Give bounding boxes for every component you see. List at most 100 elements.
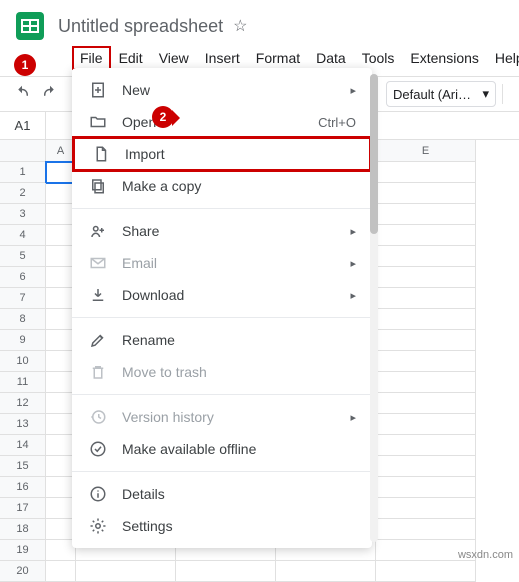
- cell[interactable]: [76, 561, 176, 582]
- menu-item-label: Rename: [122, 332, 175, 348]
- scrollbar-thumb[interactable]: [370, 74, 378, 234]
- menu-item-label: Make available offline: [122, 441, 256, 457]
- history-icon: [88, 407, 108, 427]
- menu-item-label: Email: [122, 255, 157, 271]
- row-header[interactable]: 14: [0, 435, 46, 456]
- chevron-down-icon: ▾: [482, 86, 489, 102]
- row-header[interactable]: 15: [0, 456, 46, 477]
- cell[interactable]: [376, 225, 476, 246]
- menu-item-label: Download: [122, 287, 184, 303]
- row-header[interactable]: 9: [0, 330, 46, 351]
- menu-view[interactable]: View: [151, 46, 197, 70]
- trash-icon: [88, 362, 108, 382]
- cell[interactable]: [376, 330, 476, 351]
- file-menu-dropdown: New ▸ Open Ctrl+O Import Make a copy Sha…: [72, 68, 372, 548]
- star-icon[interactable]: ☆: [233, 16, 247, 36]
- menu-item-label: Share: [122, 223, 159, 239]
- menu-item-settings[interactable]: Settings: [72, 510, 372, 542]
- row-header[interactable]: 16: [0, 477, 46, 498]
- cell[interactable]: [46, 561, 76, 582]
- cell[interactable]: [376, 519, 476, 540]
- shortcut-text: Ctrl+O: [318, 115, 356, 130]
- row-header[interactable]: 10: [0, 351, 46, 372]
- share-icon: [88, 221, 108, 241]
- submenu-arrow-icon: ▸: [350, 411, 356, 424]
- menu-file[interactable]: File: [72, 46, 111, 70]
- row-header[interactable]: 8: [0, 309, 46, 330]
- row-header[interactable]: 7: [0, 288, 46, 309]
- import-icon: [91, 144, 111, 164]
- row-header[interactable]: 11: [0, 372, 46, 393]
- submenu-arrow-icon: ▸: [350, 289, 356, 302]
- menu-insert[interactable]: Insert: [197, 46, 248, 70]
- row-header[interactable]: 19: [0, 540, 46, 561]
- select-all-corner[interactable]: [0, 140, 46, 162]
- menu-item-version-history: Version history ▸: [72, 401, 372, 433]
- menu-item-share[interactable]: Share ▸: [72, 215, 372, 247]
- submenu-arrow-icon: ▸: [350, 257, 356, 270]
- cell[interactable]: [376, 162, 476, 183]
- row-header[interactable]: 17: [0, 498, 46, 519]
- redo-icon[interactable]: [38, 82, 62, 106]
- menu-edit[interactable]: Edit: [111, 46, 151, 70]
- new-icon: [88, 80, 108, 100]
- menu-item-new[interactable]: New ▸: [72, 74, 372, 106]
- row-header[interactable]: 3: [0, 204, 46, 225]
- callout-1: 1: [14, 54, 36, 76]
- menu-item-download[interactable]: Download ▸: [72, 279, 372, 311]
- menu-format[interactable]: Format: [248, 46, 308, 70]
- watermark: wsxdn.com: [458, 549, 513, 561]
- info-icon: [88, 484, 108, 504]
- menu-extensions[interactable]: Extensions: [402, 46, 486, 70]
- menu-item-open[interactable]: Open Ctrl+O: [72, 106, 372, 138]
- cell[interactable]: [376, 393, 476, 414]
- row-header[interactable]: 1: [0, 162, 46, 183]
- undo-icon[interactable]: [10, 82, 34, 106]
- menu-separator: [72, 394, 372, 395]
- sheets-logo[interactable]: [12, 8, 48, 44]
- row-header[interactable]: 4: [0, 225, 46, 246]
- col-header-e[interactable]: E: [376, 140, 476, 162]
- menu-item-import[interactable]: Import: [72, 136, 372, 172]
- menu-separator: [72, 317, 372, 318]
- cell[interactable]: [376, 267, 476, 288]
- row-header[interactable]: 5: [0, 246, 46, 267]
- cell[interactable]: [376, 204, 476, 225]
- menu-data[interactable]: Data: [308, 46, 354, 70]
- menu-help[interactable]: Help: [487, 46, 519, 70]
- cell[interactable]: [376, 477, 476, 498]
- menu-item-offline[interactable]: Make available offline: [72, 433, 372, 465]
- cell[interactable]: [376, 456, 476, 477]
- row-header[interactable]: 18: [0, 519, 46, 540]
- menu-item-details[interactable]: Details: [72, 478, 372, 510]
- dropdown-scrollbar[interactable]: [370, 74, 378, 542]
- name-box[interactable]: A1: [0, 112, 46, 139]
- cell[interactable]: [176, 561, 276, 582]
- cell[interactable]: [376, 246, 476, 267]
- submenu-arrow-icon: ▸: [350, 225, 356, 238]
- cell[interactable]: [276, 561, 376, 582]
- row-header[interactable]: 13: [0, 414, 46, 435]
- menu-item-trash: Move to trash: [72, 356, 372, 388]
- cell[interactable]: [376, 414, 476, 435]
- cell[interactable]: [376, 351, 476, 372]
- font-family-select[interactable]: Default (Ari… ▾: [386, 81, 496, 107]
- menu-item-make-copy[interactable]: Make a copy: [72, 170, 372, 202]
- cell[interactable]: [376, 288, 476, 309]
- row-header[interactable]: 2: [0, 183, 46, 204]
- cell[interactable]: [376, 561, 476, 582]
- cell[interactable]: [376, 309, 476, 330]
- menu-item-email: Email ▸: [72, 247, 372, 279]
- cell[interactable]: [376, 372, 476, 393]
- folder-icon: [88, 112, 108, 132]
- email-icon: [88, 253, 108, 273]
- cell[interactable]: [376, 498, 476, 519]
- document-title[interactable]: Untitled spreadsheet: [58, 16, 223, 37]
- row-header[interactable]: 20: [0, 561, 46, 582]
- menu-tools[interactable]: Tools: [354, 46, 403, 70]
- row-header[interactable]: 12: [0, 393, 46, 414]
- menu-item-rename[interactable]: Rename: [72, 324, 372, 356]
- row-header[interactable]: 6: [0, 267, 46, 288]
- cell[interactable]: [376, 435, 476, 456]
- cell[interactable]: [376, 183, 476, 204]
